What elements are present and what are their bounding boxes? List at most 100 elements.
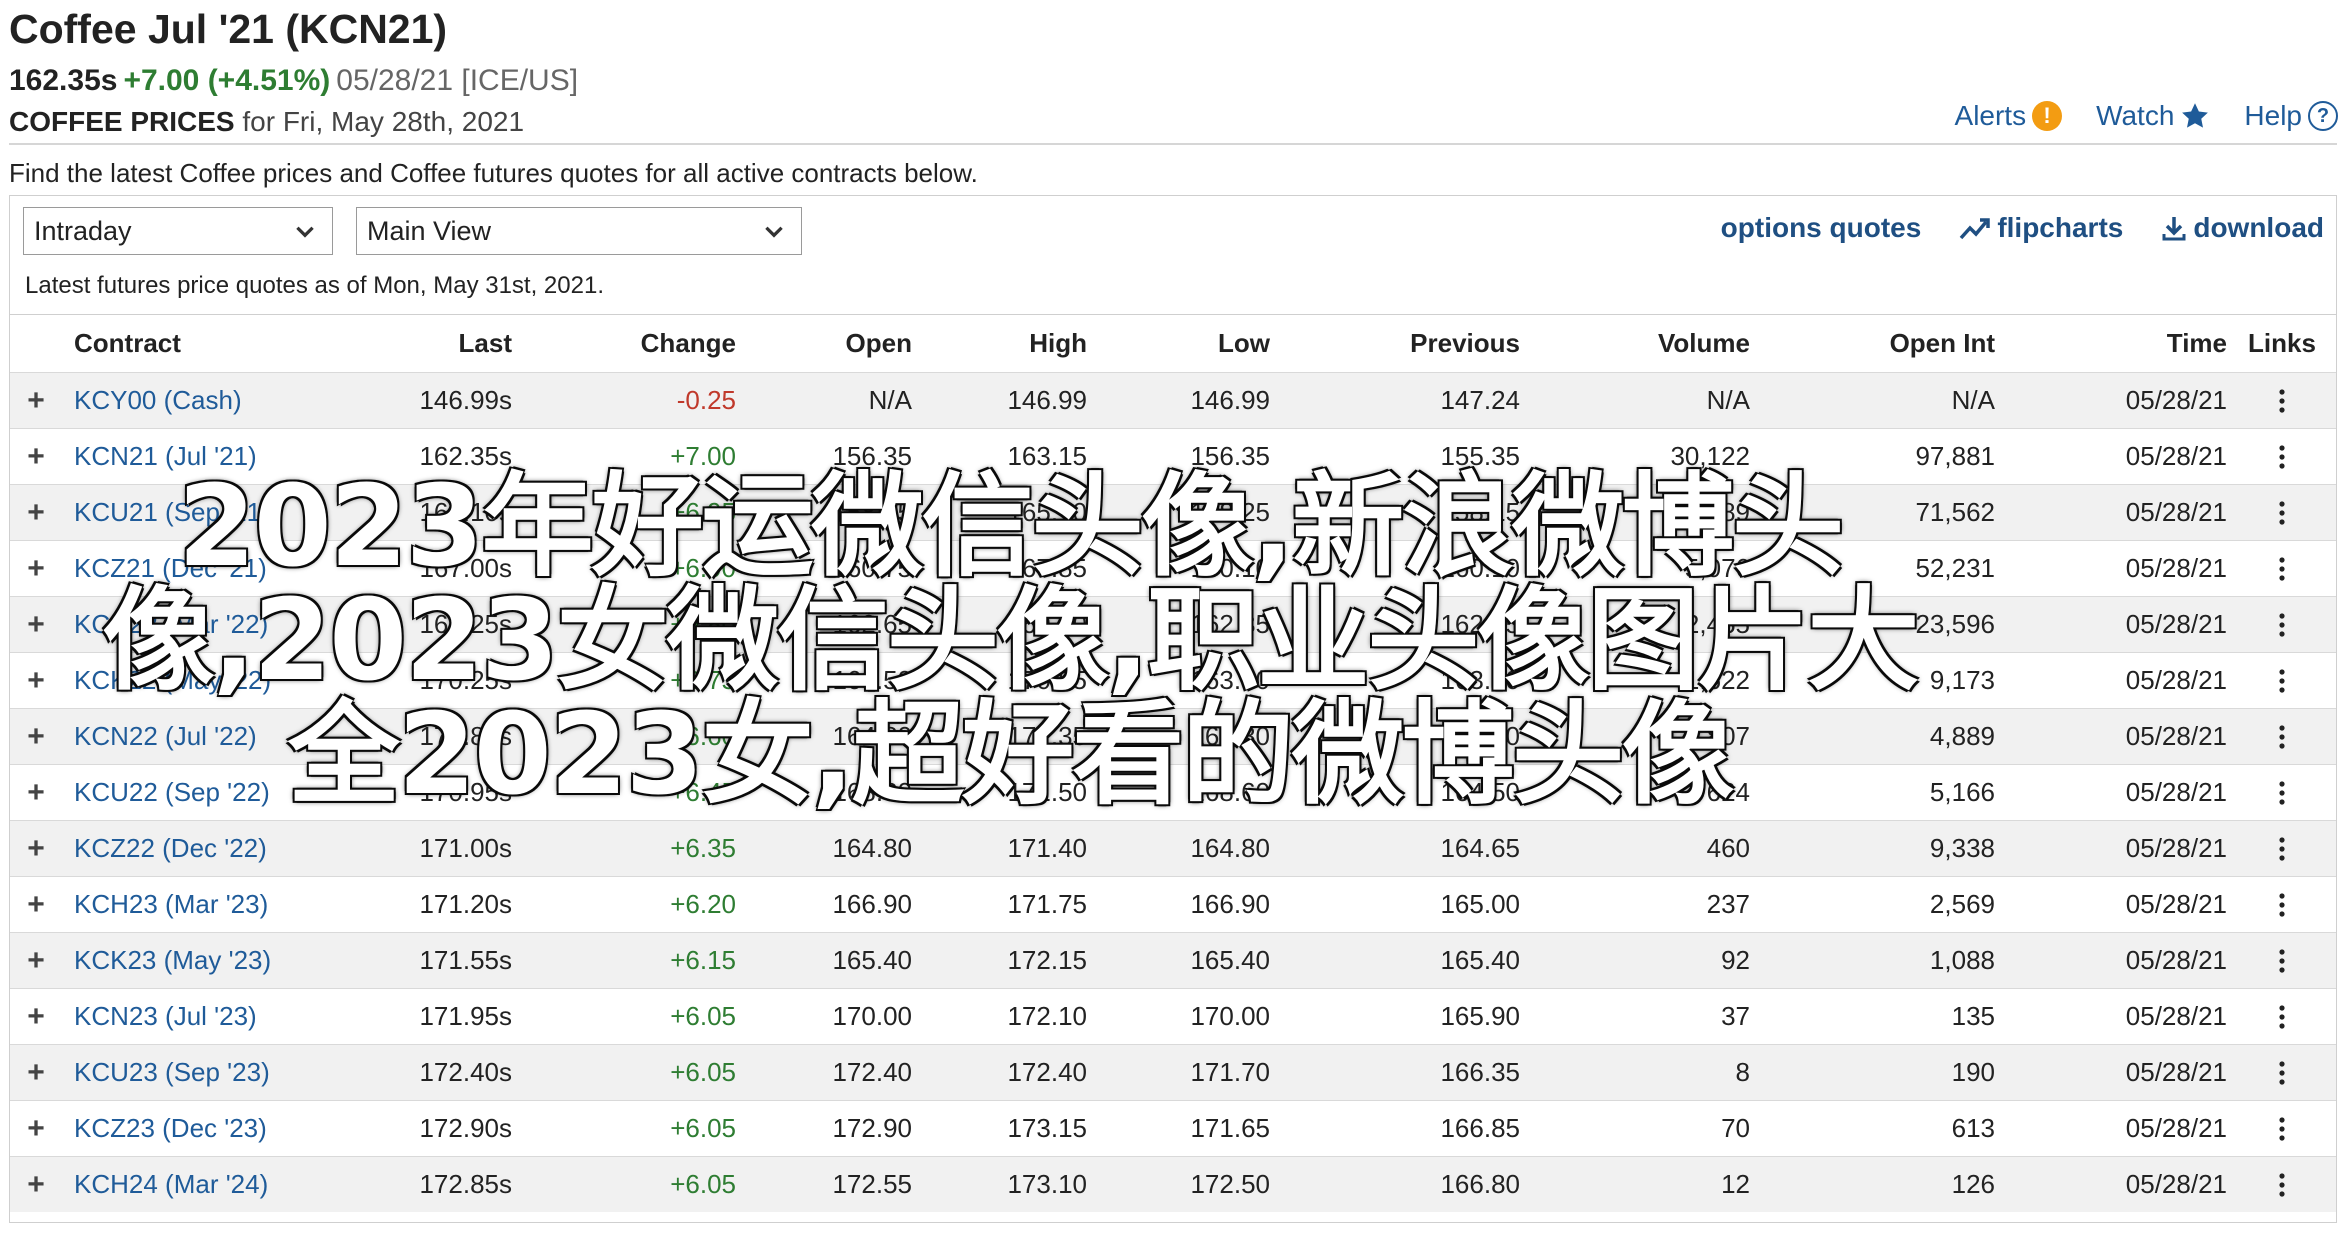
last-cell: 162.35s [340,429,512,484]
more-vertical-icon[interactable] [2277,836,2287,862]
more-vertical-icon[interactable] [2277,1116,2287,1142]
more-vertical-icon[interactable] [2277,892,2287,918]
previous-cell-value: 155.35 [1440,441,1520,471]
col-volume[interactable]: Volume [1525,315,1750,372]
col-high[interactable]: High [915,315,1087,372]
expand-row-icon[interactable]: + [24,653,48,708]
expand-row-icon[interactable]: + [24,989,48,1044]
previous-cell-value: 164.20 [1440,721,1520,751]
time-cell-value: 05/28/21 [2125,609,2227,639]
more-vertical-icon[interactable] [2277,612,2287,638]
open-int-cell-value: 613 [1951,1113,1995,1143]
time-cell-value: 05/28/21 [2125,1001,2227,1031]
contract-link[interactable]: KCN21 (Jul '21) [74,441,257,472]
col-previous[interactable]: Previous [1275,315,1520,372]
contract-link[interactable]: KCK22 (May '22) [74,665,271,696]
more-vertical-icon[interactable] [2277,668,2287,694]
open-cell-value: 168.80 [832,777,912,807]
last-cell-value: 165.10s [419,497,512,527]
time-cell-value: 05/28/21 [2125,1057,2227,1087]
high-cell: 173.15 [915,1101,1087,1156]
expand-row-icon[interactable]: + [24,821,48,876]
chevron-down-icon [296,226,314,238]
contract-cell: KCY00 (Cash) [74,373,334,428]
high-cell-value: 171.50 [1007,777,1087,807]
contract-link[interactable]: KCU22 (Sep '22) [74,777,270,808]
expand-row-icon[interactable]: + [24,765,48,820]
col-open[interactable]: Open [740,315,912,372]
more-vertical-icon[interactable] [2277,1172,2287,1198]
contract-link[interactable]: KCN23 (Jul '23) [74,1001,257,1032]
expand-row-icon[interactable]: + [24,1101,48,1156]
change-cell-value: +6.80 [670,609,736,639]
contract-link[interactable]: KCZ23 (Dec '23) [74,1113,267,1144]
period-select[interactable]: Intraday [23,207,333,255]
col-time[interactable]: Time [2000,315,2227,372]
contract-link[interactable]: KCZ22 (Dec '22) [74,833,267,864]
more-vertical-icon[interactable] [2277,444,2287,470]
time-cell: 05/28/21 [2000,373,2227,428]
expand-row-icon[interactable]: + [24,541,48,596]
alerts-link[interactable]: Alerts ! [1955,100,2063,132]
expand-row-icon[interactable]: + [24,933,48,988]
more-vertical-icon[interactable] [2277,556,2287,582]
expand-row-icon[interactable]: + [24,429,48,484]
contract-link[interactable]: KCU21 (Sep '21) [74,497,270,528]
volume-cell: 92 [1525,933,1750,988]
contract-link[interactable]: KCY00 (Cash) [74,385,242,416]
previous-cell-value: 147.24 [1440,385,1520,415]
contract-link[interactable]: KCK23 (May '23) [74,945,271,976]
contract-link[interactable]: KCH24 (Mar '24) [74,1169,268,1200]
more-vertical-icon[interactable] [2277,1060,2287,1086]
expand-row-icon[interactable]: + [24,1157,48,1212]
previous-cell-value: 166.80 [1440,1169,1520,1199]
contract-cell: KCZ23 (Dec '23) [74,1101,334,1156]
more-vertical-icon[interactable] [2277,948,2287,974]
contract-link[interactable]: KCH22 (Mar '22) [74,609,268,640]
expand-row-icon[interactable]: + [24,597,48,652]
more-vertical-icon[interactable] [2277,388,2287,414]
contract-link[interactable]: KCU23 (Sep '23) [74,1057,270,1088]
expand-row-icon[interactable]: + [24,709,48,764]
col-contract[interactable]: Contract [74,315,334,372]
download-link[interactable]: download [2161,212,2324,244]
previous-cell-value: 166.35 [1440,1057,1520,1087]
expand-row-icon[interactable]: + [24,373,48,428]
volume-cell: 2,455 [1525,597,1750,652]
flipcharts-link[interactable]: flipcharts [1959,212,2123,244]
open-cell-value: 172.40 [832,1057,912,1087]
expand-row-icon[interactable]: + [24,485,48,540]
volume-cell: 70 [1525,1101,1750,1156]
contract-link[interactable]: KCN22 (Jul '22) [74,721,257,752]
contract-link[interactable]: KCZ21 (Dec '21) [74,553,267,584]
links-cell [2238,485,2326,540]
more-vertical-icon[interactable] [2277,500,2287,526]
table-row: + KCN22 (Jul '22) 170.80s +6.60 164.80 171.35… [10,708,2336,764]
volume-cell-value: 14,389 [1670,497,1750,527]
col-open-int[interactable]: Open Int [1755,315,1995,372]
more-vertical-icon[interactable] [2277,780,2287,806]
open-int-cell-value: 5,166 [1929,777,1995,807]
change-cell: +6.90 [520,541,736,596]
time-cell: 05/28/21 [2000,1157,2227,1212]
col-change[interactable]: Change [520,315,736,372]
table-row: + KCH23 (Mar '23) 171.20s +6.20 166.90 171.75… [10,876,2336,932]
contract-link[interactable]: KCH23 (Mar '23) [74,889,268,920]
col-low[interactable]: Low [1090,315,1270,372]
col-last[interactable]: Last [340,315,512,372]
expand-row-icon[interactable]: + [24,877,48,932]
links-cell [2238,877,2326,932]
previous-cell: 165.40 [1275,933,1520,988]
open-cell-value: 164.80 [832,721,912,751]
expand-row-icon[interactable]: + [24,1045,48,1100]
more-vertical-icon[interactable] [2277,1004,2287,1030]
prices-heading: COFFEE PRICES for Fri, May 28th, 2021 [9,106,524,138]
options-quotes-link[interactable]: options quotes [1721,212,1922,244]
view-select[interactable]: Main View [356,207,802,255]
open-cell: 162.65 [740,597,912,652]
watch-link[interactable]: Watch [2096,100,2210,132]
low-cell: 162.35 [1090,597,1270,652]
help-link[interactable]: Help ? [2244,100,2338,132]
more-vertical-icon[interactable] [2277,724,2287,750]
low-cell-value: 165.40 [1190,945,1270,975]
